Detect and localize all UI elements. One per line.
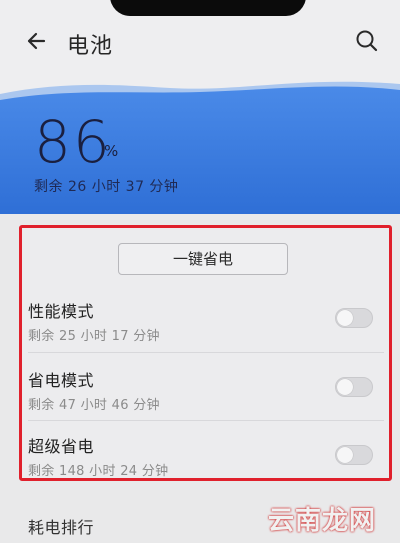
search-icon <box>356 30 378 52</box>
mode-remaining: 剩余 148 小时 24 分钟 <box>28 464 169 479</box>
toggle-knob <box>337 310 353 326</box>
arrow-left-icon <box>27 32 46 50</box>
battery-remaining-time: 剩余 26 小时 37 分钟 <box>34 179 179 195</box>
camera-notch <box>110 0 306 16</box>
performance-mode-row[interactable]: 性能模式 剩余 25 小时 17 分钟 <box>22 298 388 366</box>
toggle-knob <box>337 447 353 463</box>
power-saving-mode-row[interactable]: 省电模式 剩余 47 小时 46 分钟 <box>22 367 388 435</box>
battery-percent-unit: % <box>104 142 119 160</box>
mode-remaining: 剩余 47 小时 46 分钟 <box>28 398 160 413</box>
super-power-saving-row[interactable]: 超级省电 剩余 148 小时 24 分钟 <box>22 433 388 501</box>
one-click-save-button[interactable]: 一键省电 <box>118 243 288 275</box>
divider <box>28 420 384 421</box>
mode-remaining: 剩余 25 小时 17 分钟 <box>28 329 160 344</box>
power-ranking-label: 耗电排行 <box>28 518 95 537</box>
power-saving-mode-toggle[interactable] <box>335 377 373 397</box>
mode-title: 性能模式 <box>28 302 95 321</box>
mode-title: 省电模式 <box>28 371 95 390</box>
toggle-knob <box>337 379 353 395</box>
search-button[interactable] <box>352 26 382 56</box>
battery-percent-value: 86 <box>34 108 112 176</box>
watermark-text: 云南龙网 <box>268 506 377 536</box>
back-button[interactable] <box>22 26 52 56</box>
super-power-saving-toggle[interactable] <box>335 445 373 465</box>
performance-mode-toggle[interactable] <box>335 308 373 328</box>
divider <box>28 352 384 353</box>
page-title: 电池 <box>67 34 114 59</box>
mode-title: 超级省电 <box>28 437 95 456</box>
top-bar: 电池 <box>0 0 400 80</box>
